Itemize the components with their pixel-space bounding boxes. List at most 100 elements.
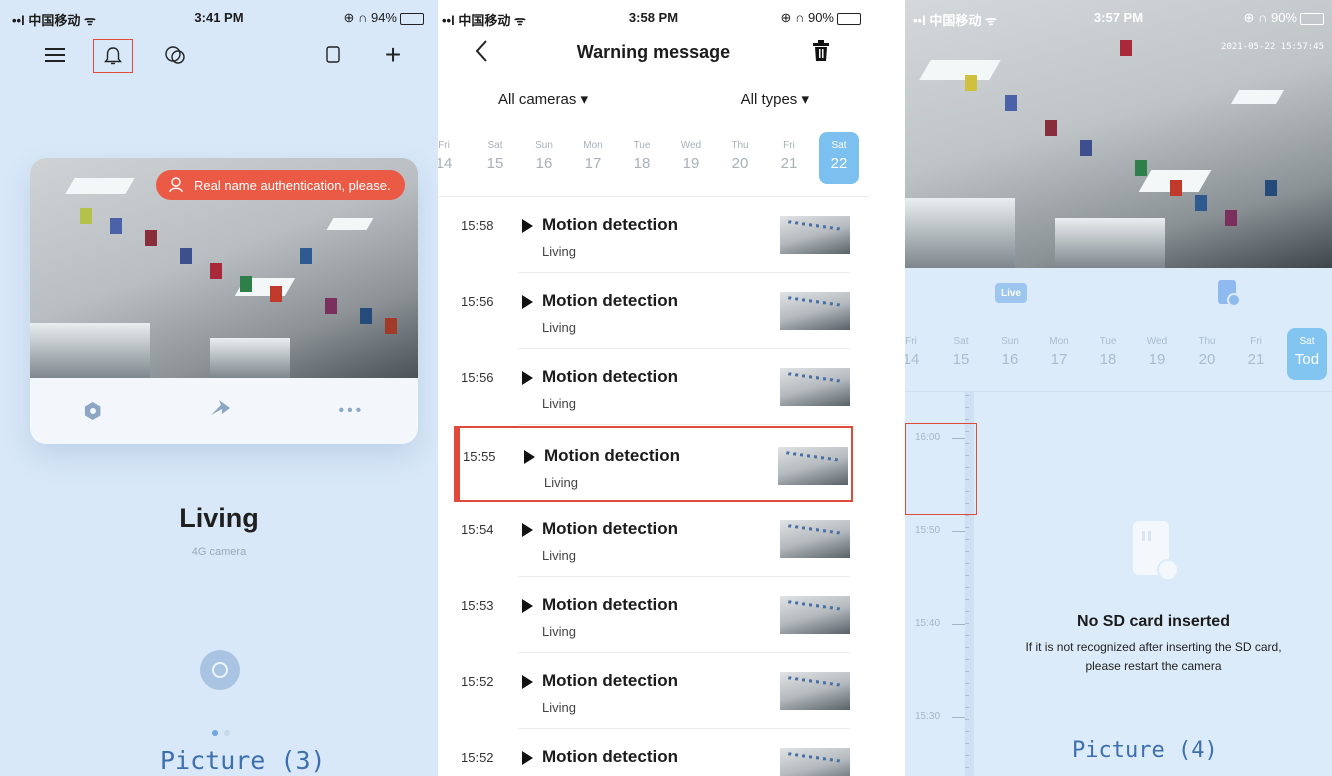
event-thumbnail[interactable] [780,216,850,254]
date-cell[interactable]: Tue 18 [622,132,662,184]
live-tab[interactable]: Live [995,283,1027,303]
date-cell-selected[interactable]: Sat Tod [1287,328,1327,380]
device-name: Living [179,503,259,533]
date-cell-selected[interactable]: Sat 22 [819,132,859,184]
ruler-tick [965,515,969,516]
event-thumbnail[interactable] [780,520,850,558]
event-location: Living [542,700,576,715]
event-title: Motion detection [542,595,678,614]
play-icon [522,675,533,689]
person-icon [169,177,183,193]
camera-preview[interactable]: Real name authentication, please. [30,158,418,378]
ruler-tick [965,683,969,684]
ruler-tick [965,551,969,552]
real-name-toast[interactable]: Real name authentication, please. [156,170,405,200]
status-bar: ••l 中国移动 ᯤ 3:57 PM ⊕ ∩ 90% [905,0,1332,36]
date-cell[interactable]: Tue 18 [1088,328,1128,380]
sd-card-icon[interactable] [1218,280,1241,307]
no-sd-line-2: please restart the camera [1085,659,1222,673]
event-thumbnail[interactable] [778,447,848,485]
ruler-tick [965,635,969,636]
ruler-tick [965,731,969,732]
type-filter-dropdown[interactable]: All types ▾ [741,90,809,108]
bell-icon[interactable] [93,39,133,73]
event-time: 15:56 [461,294,494,309]
video-timestamp: 2021-05-22 15:57:45 [1221,42,1324,52]
event-row[interactable]: 15:52 Motion detection [438,729,869,776]
event-thumbnail[interactable] [780,368,850,406]
ruler-tick [965,395,969,396]
mode-tabs: Live [905,280,1332,307]
date-cell[interactable]: Fri 21 [769,132,809,184]
date-cell[interactable]: Fri 14 [905,328,931,380]
ruler-tick [965,671,969,672]
menu-icon[interactable] [40,40,70,70]
play-icon [522,751,533,765]
event-time: 15:55 [463,449,496,464]
figure-caption: Picture (3) [160,746,326,775]
camera-card-actions: ••• [30,378,418,444]
cloud-service-icon[interactable] [200,650,240,690]
play-icon [522,599,533,613]
more-icon[interactable]: ••• [338,402,364,420]
date-cell[interactable]: Sat 15 [941,328,981,380]
battery-icon [837,12,861,25]
battery-indicator: ⊕ ∩ 94% [344,10,424,26]
event-title: Motion detection [542,747,678,766]
date-cell[interactable]: Mon 17 [573,132,613,184]
date-cell[interactable]: Wed 19 [1137,328,1177,380]
event-row[interactable]: 15:58 Motion detection Living [438,197,869,273]
date-cell[interactable]: Fri 21 [1236,328,1276,380]
date-cell[interactable]: Sun 16 [990,328,1030,380]
date-cell[interactable]: Sun 16 [524,132,564,184]
warning-messages-screen: ••l 中国移动 ᯤ 3:58 PM ⊕ ∩ 90% Warning messa… [438,0,869,776]
date-cell[interactable]: Sat 15 [475,132,515,184]
event-row[interactable]: 15:52 Motion detection Living [438,653,869,729]
event-thumbnail[interactable] [780,748,850,776]
event-row[interactable]: 15:56 Motion detection Living [438,349,869,425]
play-icon [522,523,533,537]
settings-icon[interactable] [84,402,101,420]
event-location: Living [542,244,576,259]
date-cell[interactable]: Mon 17 [1039,328,1079,380]
share-icon[interactable] [209,399,231,423]
event-time: 15:52 [461,674,494,689]
date-cell[interactable]: Fri 14 [438,132,464,184]
ruler-tick [965,611,969,612]
event-thumbnail[interactable] [780,672,850,710]
event-time: 15:54 [461,522,494,537]
ruler-tick [965,575,969,576]
event-row[interactable]: 15:54 Motion detection Living [438,501,869,577]
event-thumbnail[interactable] [780,292,850,330]
battery-text: ⊕ ∩ 90% [780,10,834,25]
event-row[interactable]: 15:53 Motion detection Living [438,577,869,653]
event-thumbnail[interactable] [780,596,850,634]
event-location: Living [542,624,576,639]
ruler-tick [965,623,969,624]
camera-card[interactable]: Real name authentication, please. ••• [30,158,418,444]
event-title: Motion detection [544,446,680,465]
trash-icon[interactable] [813,40,829,62]
event-location: Living [542,320,576,335]
event-time: 15:58 [461,218,494,233]
ruler-tick [965,419,969,420]
ruler-tick [965,755,969,756]
add-device-icon[interactable]: + [378,39,408,70]
event-title: Motion detection [542,671,678,690]
event-title: Motion detection [542,519,678,538]
date-cell[interactable]: Thu 20 [720,132,760,184]
play-icon [522,219,533,233]
date-cell[interactable]: Wed 19 [671,132,711,184]
date-cell[interactable]: Thu 20 [1187,328,1227,380]
support-chat-icon[interactable] [160,40,190,70]
event-title: Motion detection [542,367,678,386]
ruler-tick [965,539,969,540]
event-row-highlighted[interactable]: 15:55 Motion detection Living [454,426,853,502]
view-mode-icon[interactable] [318,40,348,70]
ruler-tick [965,647,969,648]
home-screen: ••l 中国移动 ᯤ 3:41 PM ⊕ ∩ 94% + Real name a… [0,0,438,776]
live-video-view[interactable]: 2021-05-22 15:57:45 ••l 中国移动 ᯤ 3:57 PM ⊕… [905,0,1332,268]
sd-card-warning-icon [1133,521,1179,581]
camera-filter-dropdown[interactable]: All cameras ▾ [498,90,588,108]
event-row[interactable]: 15:56 Motion detection Living [438,273,869,349]
